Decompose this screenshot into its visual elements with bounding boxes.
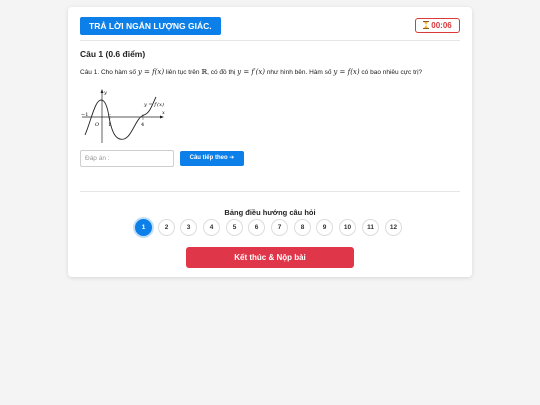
nav-question-button[interactable]: 1 [135, 219, 152, 236]
section-divider [80, 191, 460, 192]
math-expression: y = f′(x) [237, 68, 266, 76]
nav-question-button[interactable]: 11 [362, 219, 379, 236]
nav-question-button[interactable]: 10 [339, 219, 356, 236]
header-divider [80, 40, 460, 41]
derivative-graph: y x y = f′(x) −1 O 1 4 [81, 89, 165, 143]
math-expression: y = f(x) [333, 68, 360, 76]
nav-question-button[interactable]: 4 [203, 219, 220, 236]
question-navigation: 1 2 3 4 5 6 7 8 9 10 11 12 [135, 219, 405, 236]
quiz-header: TRẢ LỜI NGẮN LƯỢNG GIÁC. 00:06 [80, 17, 460, 41]
answer-input[interactable] [80, 150, 174, 167]
next-question-button[interactable]: Câu tiếp theo ➔ [180, 151, 244, 166]
question-text-part: có bao nhiêu cực trị? [359, 69, 423, 76]
nav-question-button[interactable]: 6 [248, 219, 265, 236]
y-axis-label: y [103, 90, 107, 96]
tick-label-one: 1 [108, 122, 111, 128]
nav-question-button[interactable]: 12 [385, 219, 402, 236]
countdown-timer: 00:06 [415, 18, 460, 33]
origin-label: O [95, 122, 99, 128]
question-text: Câu 1. Cho hàm số y = f(x) liên tục trên… [80, 68, 465, 76]
nav-question-button[interactable]: 8 [294, 219, 311, 236]
tick-label-four: 4 [141, 122, 144, 128]
question-text-part: liên tục trên [164, 69, 202, 76]
finish-submit-button[interactable]: Kết thúc & Nộp bài [186, 247, 354, 268]
nav-question-button[interactable]: 9 [316, 219, 333, 236]
question-title: Câu 1 (0.6 điểm) [80, 49, 146, 59]
timer-value: 00:06 [431, 21, 452, 30]
nav-question-button[interactable]: 7 [271, 219, 288, 236]
nav-question-button[interactable]: 5 [226, 219, 243, 236]
quiz-card: TRẢ LỜI NGẮN LƯỢNG GIÁC. 00:06 Câu 1 (0.… [68, 7, 472, 277]
hourglass-icon [423, 21, 430, 29]
tick-label-minus-one: −1 [81, 112, 88, 118]
question-text-part: , có đồ thị [207, 69, 238, 76]
navigation-title: Bảng điều hướng câu hỏi [224, 208, 316, 217]
nav-question-button[interactable]: 3 [180, 219, 197, 236]
nav-question-button[interactable]: 2 [158, 219, 175, 236]
math-expression: y = f(x) [137, 68, 165, 76]
quiz-title-badge[interactable]: TRẢ LỜI NGẮN LƯỢNG GIÁC. [80, 17, 221, 35]
curve-label: y = f′(x) [143, 101, 164, 108]
question-text-part: như hình bên. Hàm số [265, 69, 334, 76]
question-text-part: Câu 1. Cho hàm số [80, 69, 138, 76]
x-axis-label: x [162, 110, 165, 116]
